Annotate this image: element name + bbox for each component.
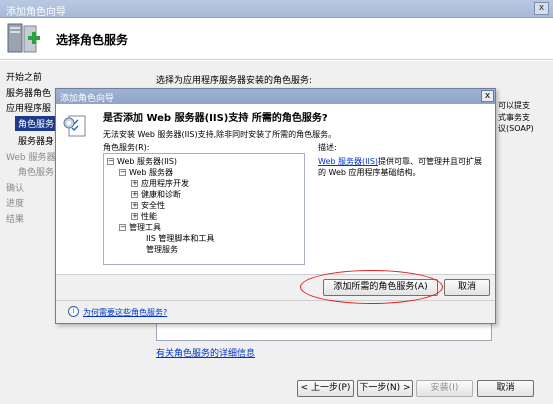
tree-item[interactable]: 管理服务 <box>146 244 178 255</box>
nav-item-confirmation: 确认 <box>6 184 25 194</box>
server-add-icon <box>7 23 40 53</box>
dialog-question: 是否添加 Web 服务器(IIS)支持 所需的角色服务? <box>103 113 328 124</box>
dialog-close-button[interactable]: x <box>481 90 494 102</box>
nav-item-server-roles[interactable]: 服务器角色 <box>6 86 51 99</box>
expand-icon[interactable]: + <box>131 180 138 187</box>
nav-item-results: 结果 <box>6 215 25 225</box>
checklist-gear-icon <box>63 115 86 137</box>
description-fragment: 可以提支 <box>498 101 530 110</box>
page-title: 选择角色服务 <box>56 33 129 47</box>
cancel-button[interactable]: 取消 <box>477 380 534 397</box>
more-info-link[interactable]: 有关角色服务的详细信息 <box>156 346 255 359</box>
nav-item-role-services[interactable]: 角色服务 <box>15 116 55 131</box>
role-services-label: 角色服务(R): <box>103 143 150 152</box>
expand-icon[interactable]: + <box>131 202 138 209</box>
divider <box>56 300 495 301</box>
next-button[interactable]: 下一步(N) > <box>357 380 413 397</box>
collapse-icon[interactable]: − <box>119 169 126 176</box>
description-link[interactable]: Web 服务器(IIS) <box>318 157 378 166</box>
nav-item-web-role-services: 角色服务 <box>18 168 55 178</box>
outer-titlebar: 添加角色向导 x <box>0 0 553 18</box>
close-button[interactable]: x <box>534 2 549 15</box>
tree-item[interactable]: + 安全性 <box>131 200 165 211</box>
description-text: Web 服务器(IIS)提供可靠、可管理并且可扩展的 Web 应用程序基础结构。 <box>318 156 490 178</box>
nav-item-web-server: Web 服务器 <box>6 153 56 163</box>
expand-icon[interactable]: + <box>131 213 138 220</box>
collapse-icon[interactable]: − <box>107 158 114 165</box>
expand-icon[interactable]: + <box>131 191 138 198</box>
description-fragment: 式事务支 <box>498 113 530 122</box>
nav-item-application-server[interactable]: 应用程序服 <box>6 101 51 114</box>
dialog-titlebar: 添加角色向导 x <box>56 89 495 104</box>
add-required-services-dialog: 添加角色向导 x 是否添加 Web 服务器(IIS)支持 所需的角色服务? 无法… <box>55 88 496 324</box>
nav-item-progress: 进度 <box>6 199 25 209</box>
collapse-icon[interactable]: − <box>119 224 126 231</box>
tree-item[interactable]: − Web 服务器(IIS) <box>107 156 177 167</box>
tree-item[interactable]: + 性能 <box>131 211 157 222</box>
tree-item[interactable]: + 应用程序开发 <box>131 178 189 189</box>
tree-item[interactable]: − Web 服务器 <box>119 167 173 178</box>
tree-item[interactable]: − 管理工具 <box>119 222 161 233</box>
nav-item-before-you-begin[interactable]: 开始之前 <box>6 70 42 83</box>
tree-item[interactable]: IIS 管理脚本和工具 <box>146 233 214 244</box>
previous-button[interactable]: < 上一步(P) <box>297 380 354 397</box>
description-fragment: 议(SOAP) <box>498 124 534 133</box>
dialog-cancel-button[interactable]: 取消 <box>444 279 490 296</box>
tree-item[interactable]: + 健康和诊断 <box>131 189 181 200</box>
add-required-services-button[interactable]: 添加所需的角色服务(A) <box>323 279 438 296</box>
description-label: 描述: <box>318 143 337 152</box>
dialog-title: 添加角色向导 <box>60 94 115 104</box>
divider <box>56 274 495 275</box>
info-icon: i <box>68 306 79 317</box>
install-button: 安装(I) <box>416 380 473 397</box>
content-intro: 选择为应用程序服务器安装的角色服务: <box>156 76 313 86</box>
nav-item-server-identity[interactable]: 服务器身 <box>18 134 54 147</box>
role-services-tree[interactable]: − Web 服务器(IIS) − Web 服务器 + 应用程序开发 + 健康和诊断 + 安… <box>103 153 305 265</box>
why-required-link[interactable]: 为何需要这些角色服务? <box>83 307 167 318</box>
dialog-explanation: 无法安装 Web 服务器(IIS)支持,除非同时安装了所需的角色服务。 <box>103 130 337 139</box>
window-title: 添加角色向导 <box>6 7 66 18</box>
